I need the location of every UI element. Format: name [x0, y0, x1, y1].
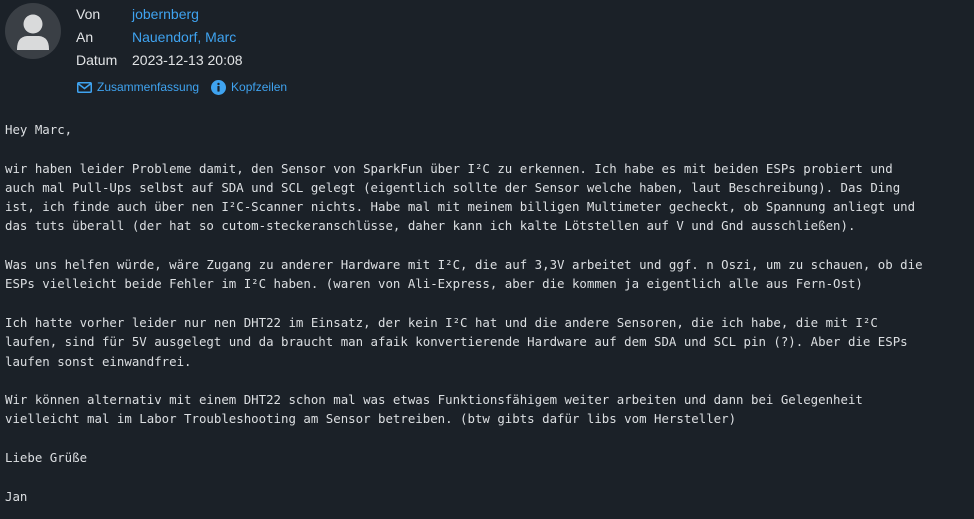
message-paragraph: Was uns helfen würde, wäre Zugang zu and…	[5, 257, 923, 292]
to-recipient-link[interactable]: Nauendorf, Marc	[132, 27, 236, 47]
date-value: 2023-12-13 20:08	[132, 52, 243, 68]
message-closing: Liebe Grüße	[5, 450, 88, 466]
person-silhouette-icon	[17, 14, 49, 50]
from-sender-link[interactable]: jobernberg	[132, 4, 199, 24]
summary-button[interactable]: Zusammenfassung	[77, 78, 199, 96]
message-paragraph: wir haben leider Probleme damit, den Sen…	[5, 160, 916, 234]
summary-label: Zusammenfassung	[97, 80, 200, 94]
message-signature: Jan	[5, 488, 28, 504]
envelope-icon	[77, 81, 92, 93]
date-label: Datum	[76, 52, 118, 68]
message-greeting: Hey Marc,	[5, 122, 73, 137]
message-paragraph: Wir können alternativ mit einem DHT22 sc…	[5, 392, 863, 427]
info-icon	[211, 79, 227, 95]
header-view-actions: Zusammenfassung Kopfzeilen	[77, 78, 299, 96]
headers-button[interactable]: Kopfzeilen	[211, 78, 287, 96]
to-label: An	[76, 29, 94, 45]
message-paragraph: Ich hatte vorher leider nur nen DHT22 im…	[5, 314, 908, 369]
message-body: Hey Marc, wir haben leider Probleme dami…	[5, 120, 967, 519]
from-label: Von	[76, 6, 101, 22]
avatar	[5, 3, 61, 59]
headers-label: Kopfzeilen	[231, 80, 288, 94]
